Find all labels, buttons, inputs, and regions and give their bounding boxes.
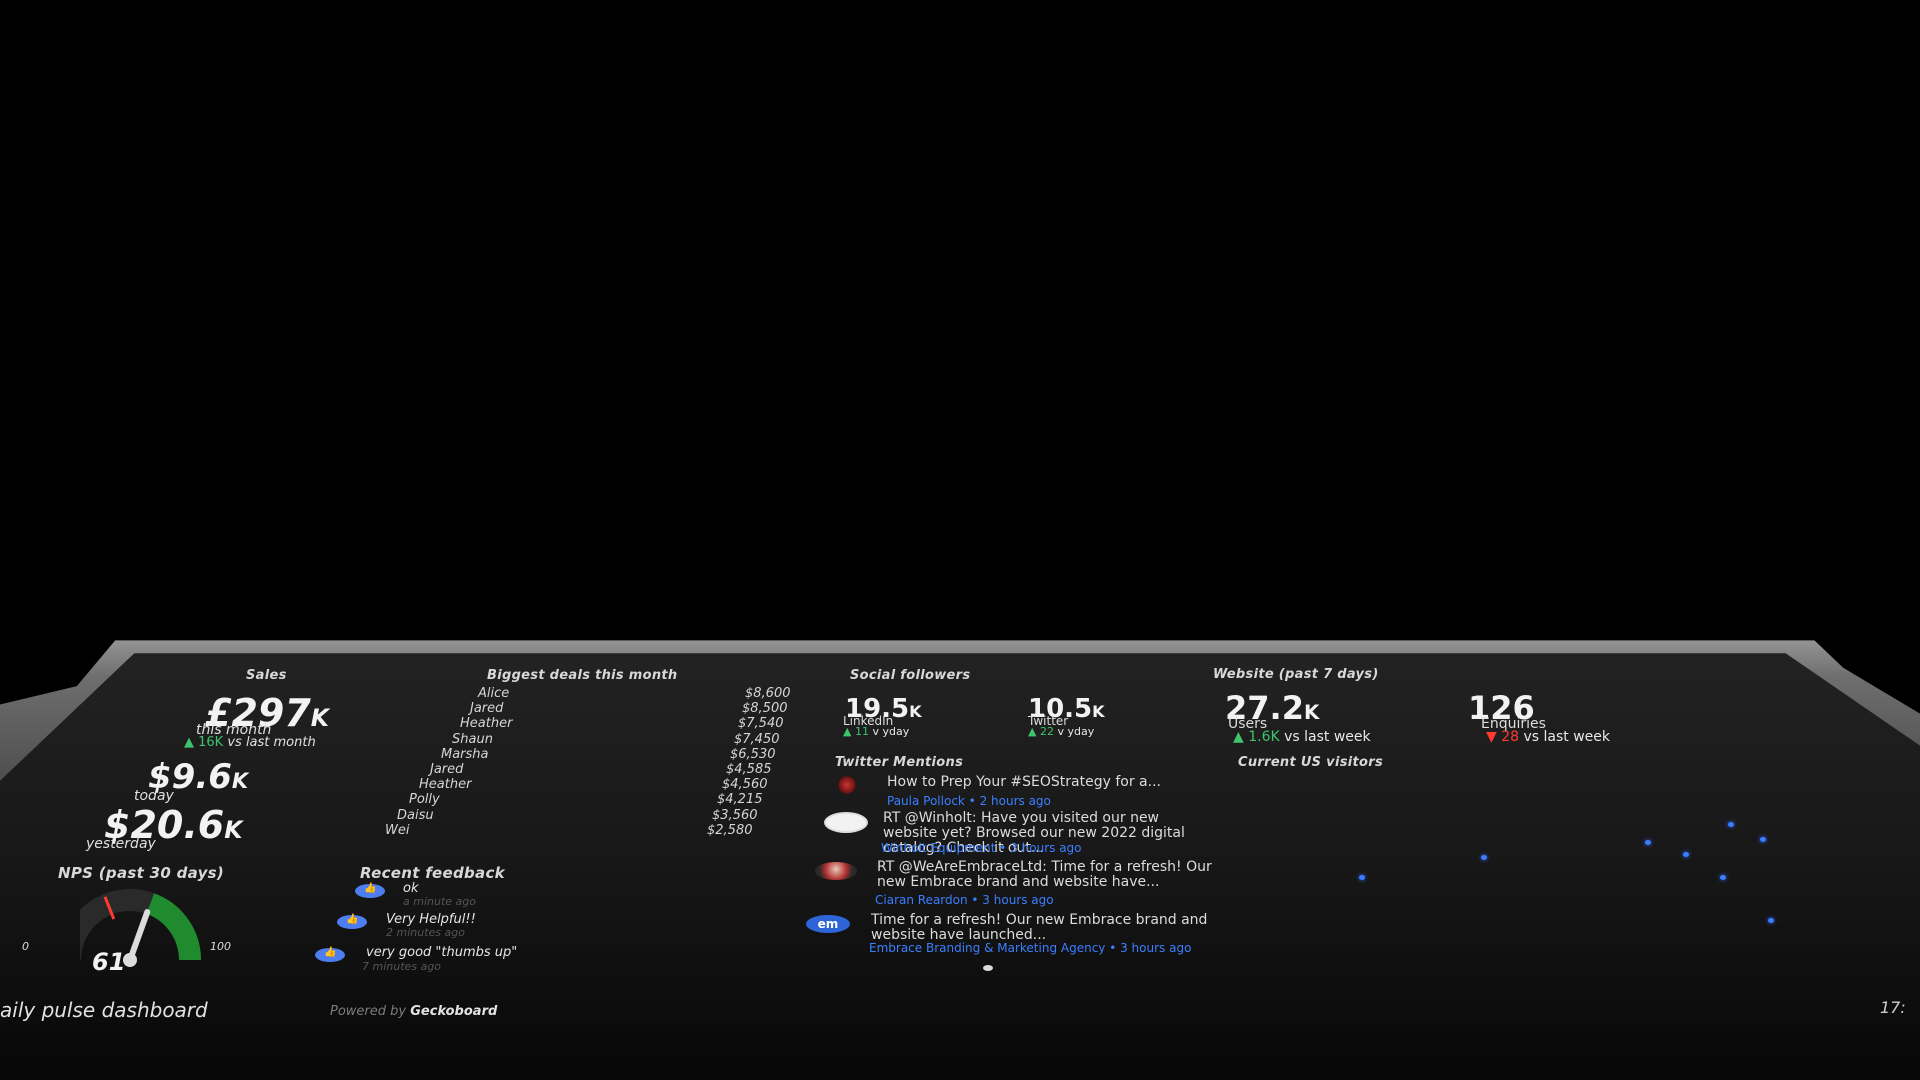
sales-yesterday-label: yesterday — [86, 836, 156, 852]
deal-value: $4,560 — [722, 777, 768, 793]
clock: 17: — [1880, 998, 1906, 1017]
deal-name: Heather — [460, 716, 513, 732]
visitor-dot — [1720, 875, 1726, 880]
deal-name: Daisu — [397, 807, 434, 823]
nps-value: 61 — [92, 948, 126, 976]
gauge-max: 100 — [210, 940, 231, 953]
tweet-1-meta[interactable]: Paula Pollock • 2 hours ago — [887, 794, 1051, 808]
deal-value: $3,560 — [712, 807, 758, 823]
website-title: Website (past 7 days) — [1213, 667, 1379, 682]
feedback-title: Recent feedback — [360, 864, 505, 882]
us-visitors-title: Current US visitors — [1238, 755, 1383, 770]
tweet-1-text[interactable]: How to Prep Your #SEOStrategy for a... — [887, 775, 1177, 790]
tweet-avatar-3 — [815, 862, 857, 880]
deal-name: Wei — [385, 822, 410, 838]
dashboard-name: aily pulse dashboard — [0, 998, 208, 1022]
twitter-mentions-title: Twitter Mentions — [835, 755, 964, 770]
social-title: Social followers — [850, 668, 971, 683]
deal-name: Jared — [430, 762, 464, 777]
tweet-4-text[interactable]: Time for a refresh! Our new Embrace bran… — [871, 913, 1221, 943]
thumbs-up-icon — [355, 883, 385, 898]
thumbs-up-icon — [315, 947, 345, 962]
enquiries-delta: ▼ 28 vs last week — [1486, 729, 1610, 745]
tweet-avatar-4: em — [806, 915, 850, 933]
deal-name: Heather — [419, 777, 472, 793]
visitor-dot — [1481, 855, 1487, 860]
deal-name: Jared — [470, 701, 504, 717]
deal-name: Marsha — [441, 746, 489, 762]
twitter-followers-delta: ▲ 22 v yday — [1028, 725, 1095, 738]
thumbs-up-icon — [337, 914, 367, 929]
tweet-avatar-2 — [824, 812, 868, 833]
tweet-3-text[interactable]: RT @WeAreEmbraceLtd: Time for a refresh!… — [877, 860, 1217, 890]
deal-name: Alice — [478, 686, 510, 701]
visitor-dot — [1760, 837, 1766, 842]
feedback-3-time: 7 minutes ago — [362, 960, 441, 973]
gauge-fill — [146, 893, 201, 961]
visitor-dot — [1359, 875, 1365, 880]
feedback-2-text: Very Helpful!! — [386, 912, 476, 927]
powered-by: Powered by Geckoboard — [330, 1004, 498, 1019]
feedback-2-time: 2 minutes ago — [386, 926, 465, 939]
feedback-1-time: a minute ago — [403, 895, 476, 908]
deal-value: $8,600 — [745, 686, 791, 701]
sales-today-label: today — [134, 788, 174, 804]
gauge-needle — [127, 909, 151, 963]
deal-value: $4,215 — [717, 792, 763, 808]
gauge-min: 0 — [22, 940, 29, 953]
deal-value: $7,450 — [734, 731, 780, 747]
deal-value: $7,540 — [738, 716, 784, 732]
deals-title: Biggest deals this month — [487, 668, 678, 683]
feedback-1-text: ok — [403, 881, 419, 896]
deal-value: $4,585 — [726, 762, 772, 777]
deal-name: Shaun — [452, 731, 493, 747]
tweet-4-meta[interactable]: Embrace Branding & Marketing Agency • 3 … — [869, 941, 1209, 955]
feedback-3-text: very good "thumbs up" — [366, 945, 518, 960]
carousel-indicator[interactable] — [983, 965, 993, 971]
deal-name: Polly — [409, 792, 440, 808]
deal-value: $2,580 — [707, 822, 753, 838]
tweet-3-meta[interactable]: Ciaran Reardon • 3 hours ago — [875, 893, 1054, 907]
deal-value: $8,500 — [742, 701, 788, 717]
visitor-dot — [1683, 852, 1689, 857]
sales-title: Sales — [246, 668, 287, 683]
visitor-dot — [1645, 840, 1651, 845]
visitor-dot — [1768, 918, 1774, 923]
sales-month-delta: ▲ 16K vs last month — [184, 735, 316, 750]
linkedin-delta: ▲ 11 v yday — [843, 725, 910, 738]
users-delta: ▲ 1.6K vs last week — [1233, 729, 1371, 745]
tweet-2-meta[interactable]: Winholt Equipment • 3 hours ago — [881, 841, 1082, 855]
deal-value: $6,530 — [730, 746, 776, 762]
tweet-avatar-1 — [836, 776, 858, 794]
visitor-dot — [1728, 822, 1734, 827]
